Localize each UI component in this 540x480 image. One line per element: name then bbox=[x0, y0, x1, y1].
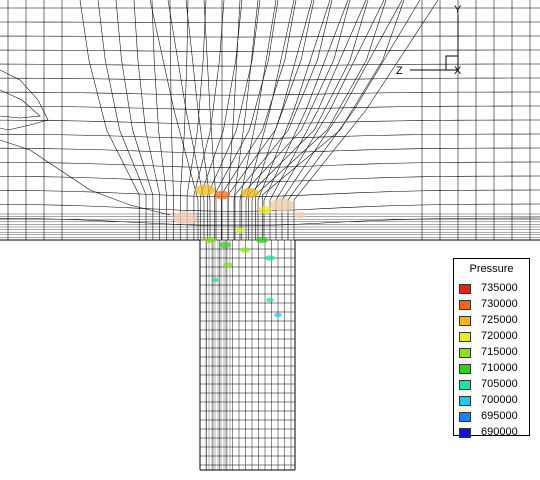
contour-patch bbox=[235, 227, 245, 233]
legend-row: 710000 bbox=[459, 362, 529, 375]
contour-patch bbox=[223, 262, 233, 268]
contour-patch bbox=[240, 247, 250, 253]
pressure-legend[interactable]: Pressure 735000 730000 725000 720000 715… bbox=[453, 258, 530, 439]
legend-swatch bbox=[459, 316, 471, 326]
legend-row: 735000 bbox=[459, 282, 529, 295]
contour-patch bbox=[266, 297, 274, 303]
mesh-line bbox=[169, 0, 174, 240]
legend-swatch bbox=[459, 412, 471, 422]
legend-value: 725000 bbox=[481, 314, 518, 326]
mesh-line bbox=[97, 0, 147, 240]
y-axis-label: Y bbox=[454, 4, 462, 16]
pressure-contours bbox=[173, 184, 306, 318]
mesh-line bbox=[0, 133, 540, 139]
legend-value: 695000 bbox=[481, 410, 518, 422]
legend-value: 705000 bbox=[481, 378, 518, 390]
contour-patch bbox=[270, 198, 294, 212]
mesh-line bbox=[0, 89, 41, 119]
legend-swatch bbox=[459, 284, 471, 294]
contour-patch bbox=[258, 206, 272, 214]
legend-swatch bbox=[459, 428, 471, 438]
mesh-line bbox=[0, 175, 540, 183]
mesh-line bbox=[133, 0, 160, 240]
mesh-line bbox=[115, 0, 154, 240]
contour-patch bbox=[256, 236, 268, 244]
x-axis-label: X bbox=[454, 65, 462, 77]
cfd-viewer: Y Z X Pressure 735000 730000 725000 7200… bbox=[0, 0, 540, 480]
legend-value: 690000 bbox=[481, 426, 518, 438]
legend-row: 690000 bbox=[459, 426, 529, 439]
contour-patch bbox=[214, 190, 230, 200]
contour-patch bbox=[195, 184, 215, 196]
legend-value: 730000 bbox=[481, 298, 518, 310]
mesh-line bbox=[0, 69, 49, 131]
mesh-line bbox=[0, 161, 540, 169]
legend-row: 705000 bbox=[459, 378, 529, 391]
legend-row: 695000 bbox=[459, 410, 529, 423]
legend-swatch bbox=[459, 300, 471, 310]
contour-patch bbox=[241, 188, 259, 198]
contour-patch bbox=[265, 255, 275, 261]
contour-patch bbox=[274, 312, 282, 318]
legend-swatch bbox=[459, 396, 471, 406]
z-axis-label: Z bbox=[396, 65, 403, 77]
axis-triad[interactable]: Y Z X bbox=[392, 2, 472, 82]
contour-patch bbox=[219, 241, 231, 249]
contour-patch bbox=[294, 211, 306, 219]
legend-swatch bbox=[459, 364, 471, 374]
legend-row: 720000 bbox=[459, 330, 529, 343]
mesh-line bbox=[281, 0, 403, 240]
contour-patch bbox=[204, 236, 216, 244]
legend-value: 700000 bbox=[481, 394, 518, 406]
mesh-line bbox=[151, 0, 167, 240]
legend-value: 710000 bbox=[481, 362, 518, 374]
legend-row: 730000 bbox=[459, 298, 529, 311]
legend-swatch bbox=[459, 380, 471, 390]
contour-patch bbox=[173, 211, 197, 225]
contour-patch bbox=[211, 277, 219, 283]
legend-swatch bbox=[459, 332, 471, 342]
legend-value: 720000 bbox=[481, 330, 518, 342]
legend-value: 715000 bbox=[481, 346, 518, 358]
mesh-line bbox=[0, 119, 540, 125]
legend-row: 700000 bbox=[459, 394, 529, 407]
legend-swatch bbox=[459, 348, 471, 358]
mesh-line bbox=[0, 189, 540, 198]
mesh-line bbox=[79, 0, 140, 240]
mesh-line bbox=[0, 91, 540, 96]
legend-row: 725000 bbox=[459, 314, 529, 327]
legend-title: Pressure bbox=[469, 263, 514, 275]
legend-row: 715000 bbox=[459, 346, 529, 359]
legend-value: 735000 bbox=[481, 282, 518, 294]
